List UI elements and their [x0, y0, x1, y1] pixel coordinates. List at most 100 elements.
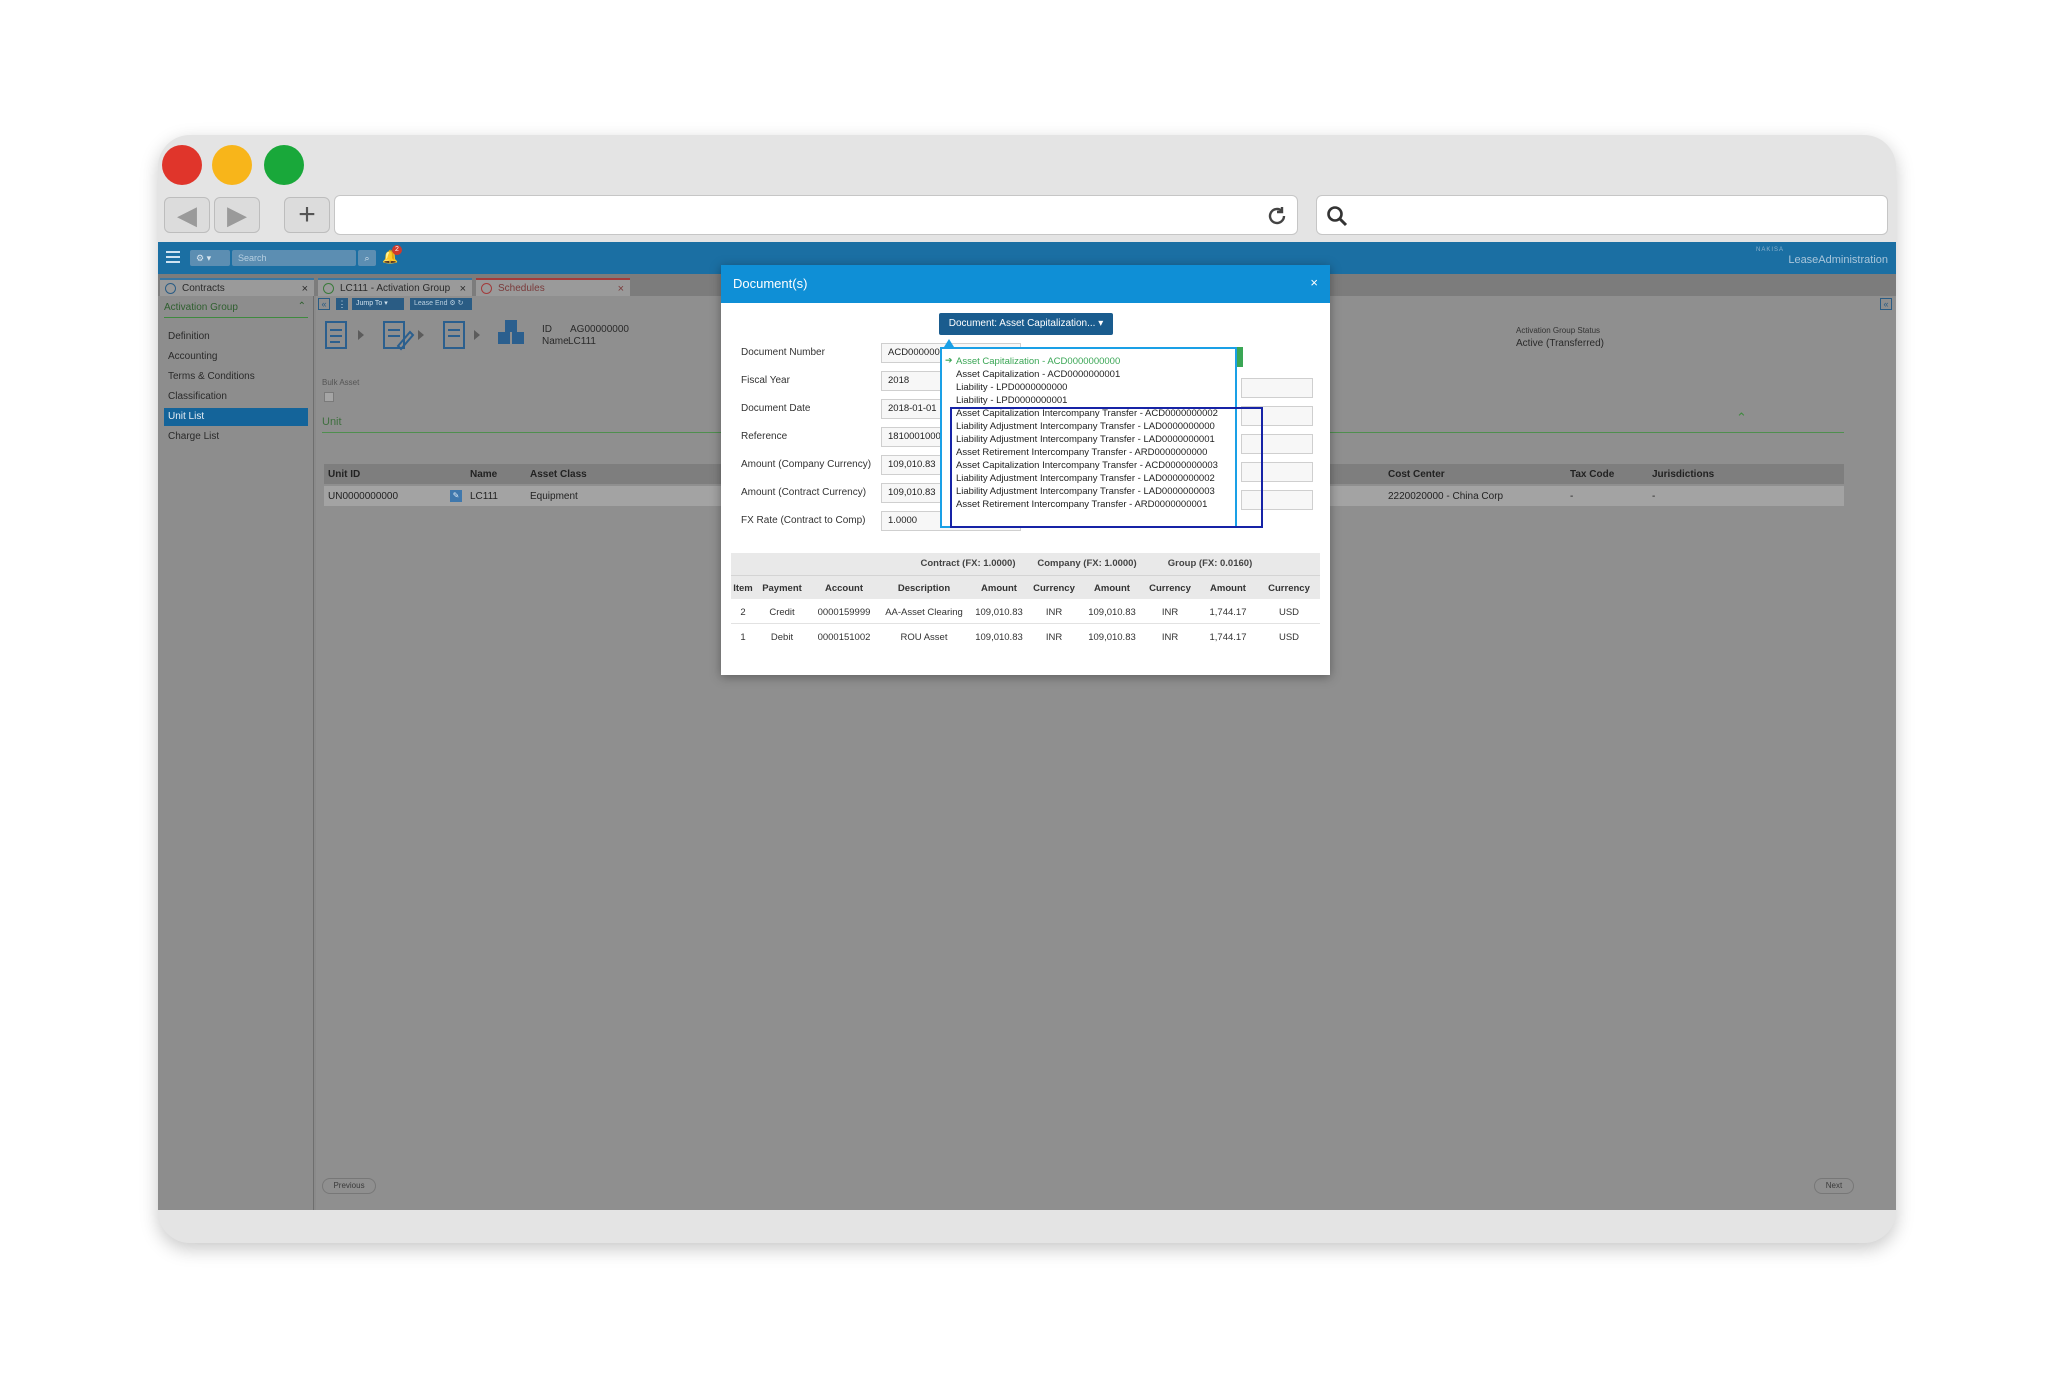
dropdown-item[interactable]: Liability - LPD0000000001 [956, 394, 1067, 407]
sidebar-item-unit-list[interactable]: Unit List [164, 408, 308, 426]
plus-icon: + [298, 198, 316, 231]
cell: USD [1278, 607, 1300, 618]
col-header: Unit ID [328, 469, 361, 480]
more-icon[interactable]: ⋮ [336, 298, 348, 310]
scope-dropdown[interactable]: ⚙ ▾ [190, 250, 230, 266]
collapse-right-icon[interactable]: « [1880, 298, 1892, 310]
sidebar-header-label: Activation Group [164, 302, 238, 313]
notification-badge: 2 [392, 245, 402, 255]
right-field[interactable] [1241, 378, 1313, 398]
table-row[interactable]: 2 Credit 0000159999 AA-Asset Clearing 10… [731, 599, 1320, 624]
assets-icon [498, 320, 524, 344]
sidebar-item-classification[interactable]: Classification [168, 388, 308, 406]
back-button[interactable]: ◀ [164, 197, 210, 233]
new-tab-button[interactable]: + [284, 197, 330, 233]
group-header: Contract (FX: 1.0000) [920, 558, 1016, 569]
app-search-button[interactable]: ⌕ [358, 250, 376, 266]
right-arrow-icon: ▶ [227, 200, 247, 230]
status-label: Activation Group Status [1516, 326, 1601, 335]
forward-button[interactable]: ▶ [214, 197, 260, 233]
left-arrow-icon: ◀ [177, 200, 197, 230]
document-date-label: Document Date [741, 403, 811, 414]
col-header: Cost Center [1388, 469, 1445, 480]
col-header: Description [897, 583, 951, 594]
tab-contracts[interactable]: Contracts × [160, 278, 314, 296]
col-header: Amount [1094, 583, 1130, 594]
cell: 109,010.83 [975, 632, 1023, 643]
sidebar-item-definition[interactable]: Definition [168, 328, 308, 346]
col-header: Amount [981, 583, 1017, 594]
contracts-icon [165, 283, 176, 294]
dropdown-item[interactable]: Liability - LPD0000000000 [956, 381, 1067, 394]
document-number-label: Document Number [741, 347, 825, 358]
section-title: Unit [322, 416, 342, 428]
cell: USD [1278, 632, 1300, 643]
reload-icon[interactable] [1265, 204, 1289, 228]
chevron-up-icon[interactable]: ⌃ [298, 301, 306, 312]
sidebar-item-terms-conditions[interactable]: Terms & Conditions [168, 368, 308, 386]
previous-button[interactable]: Previous [322, 1178, 376, 1194]
amount-company-currency-label: Amount (Company Currency) [741, 459, 872, 470]
sidebar-header[interactable]: Activation Group ⌃ [164, 301, 308, 318]
id-label: ID [542, 324, 552, 335]
close-window-button[interactable] [162, 145, 202, 185]
jump-to-button[interactable]: Jump To ▾ [352, 298, 404, 310]
chevron-down-icon: ▾ [1098, 318, 1104, 329]
chevron-up-icon[interactable]: ⌃ [1736, 410, 1747, 426]
document-selector-label: Document: Asset Capitalization... [948, 318, 1096, 329]
document-selector-button[interactable]: Document: Asset Capitalization... ▾ [939, 313, 1113, 335]
group-header: Group (FX: 0.0160) [1167, 558, 1253, 569]
dropdown-item[interactable]: Asset Capitalization - ACD0000000001 [956, 368, 1120, 381]
cell: 0000159999 [817, 607, 871, 618]
reference-label: Reference [741, 431, 788, 442]
col-header: Payment [762, 583, 802, 594]
cell: 109,010.83 [975, 607, 1023, 618]
tax-code: - [1570, 491, 1574, 502]
cost-center: 2220020000 - China Corp [1388, 491, 1504, 502]
activation-group-icon [323, 283, 334, 294]
status-value: Active (Transferred) [1516, 338, 1604, 349]
address-bar[interactable] [334, 195, 1298, 235]
tab-activation-group[interactable]: LC111 - Activation Group × [318, 278, 472, 296]
cell: INR [1161, 607, 1179, 618]
documents-modal: Document(s) × Document: Asset Capitaliza… [721, 265, 1330, 675]
brand-name: LeaseAdministration [1788, 254, 1888, 266]
cell: INR [1045, 607, 1063, 618]
browser-search-bar[interactable] [1316, 195, 1888, 235]
cell: 0000151002 [817, 632, 871, 643]
magnifier-icon [1327, 206, 1348, 227]
sidebar-item-charge-list[interactable]: Charge List [168, 428, 308, 446]
table-row[interactable]: 1 Debit 0000151002 ROU Asset 109,010.83 … [731, 624, 1320, 649]
unit-id: UN0000000000 [328, 491, 399, 502]
brand-small: NAKISA [1755, 247, 1784, 253]
close-icon[interactable]: × [1310, 265, 1318, 301]
gear-icon: ⚙ ▾ [196, 253, 212, 263]
next-button[interactable]: Next [1814, 1178, 1854, 1194]
collapse-left-icon[interactable]: « [318, 298, 330, 310]
workflow-steps-icons [325, 321, 480, 351]
app-search-input[interactable]: Search [232, 250, 356, 266]
col-header: Jurisdictions [1652, 469, 1715, 480]
menu-icon[interactable] [166, 251, 180, 263]
cell: Credit [769, 607, 795, 618]
search-icon: ⌕ [364, 253, 370, 263]
col-header: Amount [1210, 583, 1246, 594]
lease-end-button[interactable]: Lease End ⚙ ↻ [410, 298, 472, 310]
accounting-table: Contract (FX: 1.0000) Company (FX: 1.000… [731, 553, 1320, 649]
col-header: Currency [1268, 583, 1310, 594]
edit-icon[interactable]: ✎ [450, 490, 462, 502]
cell: 1,744.17 [1209, 607, 1247, 618]
bulk-asset-checkbox[interactable] [324, 392, 334, 402]
sidebar-item-accounting[interactable]: Accounting [168, 348, 308, 366]
minimize-window-button[interactable] [212, 145, 252, 185]
col-header: Asset Class [530, 469, 587, 480]
selected-arrow-icon: ➔ [945, 355, 953, 365]
asset-class: Equipment [530, 491, 578, 502]
name-label: Name [542, 336, 569, 347]
unit-name: LC111 [470, 491, 498, 502]
col-header: Name [470, 469, 498, 480]
tab-schedules[interactable]: Schedules × [476, 278, 630, 296]
dropdown-item-selected[interactable]: Asset Capitalization - ACD0000000000 [956, 355, 1120, 368]
maximize-window-button[interactable] [264, 145, 304, 185]
col-header: Item [733, 583, 753, 594]
